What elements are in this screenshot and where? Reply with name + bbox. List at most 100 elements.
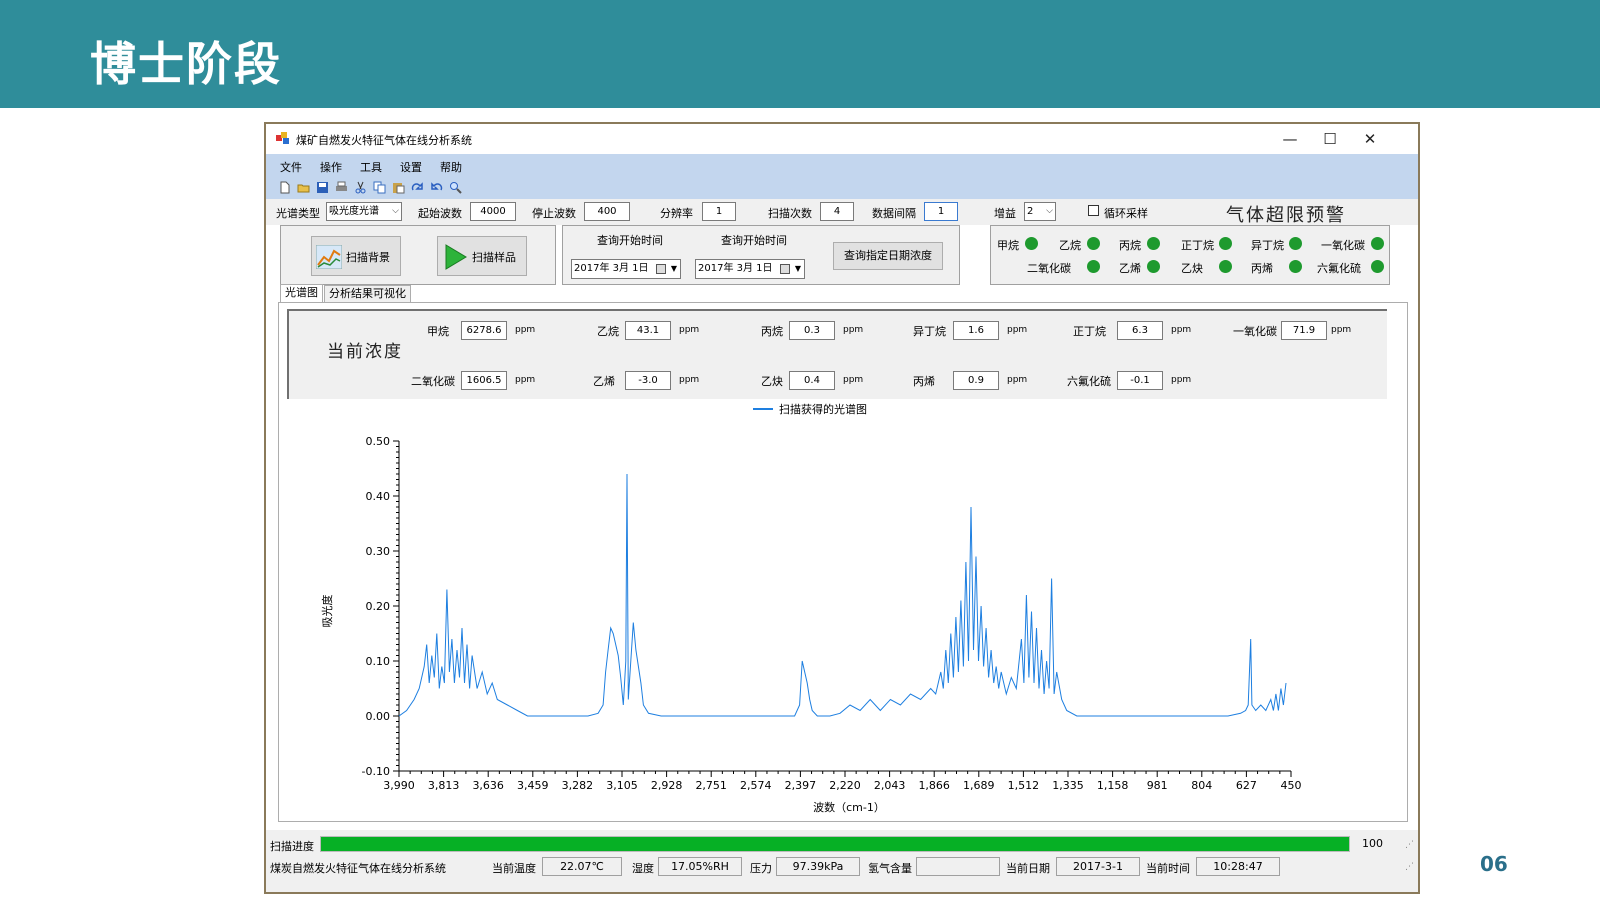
query-date-button[interactable]: 查询指定日期浓度	[833, 242, 943, 270]
tab-analysis-visualization[interactable]: 分析结果可视化	[324, 285, 411, 303]
humidity-value: 17.05%RH	[658, 857, 742, 876]
tab-content: 当前浓度 甲烷 6278.6 ppm 乙烷 43.1 ppm 丙烷 0.3 pp…	[278, 302, 1408, 822]
maximize-button[interactable]: ☐	[1316, 128, 1344, 150]
spectrum-type-value: 吸光度光谱	[329, 206, 379, 217]
scan-sample-button[interactable]: 扫描样品	[437, 236, 527, 276]
x-tick-label: 1,335	[1052, 779, 1084, 792]
menu-file[interactable]: 文件	[280, 159, 302, 175]
series-group	[398, 473, 1287, 717]
legend-label: 扫描获得的光谱图	[779, 402, 867, 416]
x-tick-label: 3,105	[606, 779, 638, 792]
progress-fill	[321, 837, 1349, 851]
scan-sample-label: 扫描样品	[472, 251, 516, 264]
conc-value[interactable]: 0.4	[789, 371, 835, 390]
conc-label: 乙炔	[761, 375, 783, 388]
menu-help[interactable]: 帮助	[440, 159, 462, 175]
close-button[interactable]: ✕	[1356, 128, 1384, 150]
y-tick-label: 0.30	[366, 545, 391, 558]
scan-count-input[interactable]: 4	[820, 202, 854, 221]
calendar-icon	[780, 264, 790, 274]
conc-label: 丙烯	[913, 375, 935, 388]
conc-unit: ppm	[679, 375, 700, 385]
concentration-title: 当前浓度	[327, 342, 403, 362]
conc-value[interactable]: 71.9	[1281, 321, 1327, 340]
conc-value[interactable]: 0.3	[789, 321, 835, 340]
conc-label: 甲烷	[427, 325, 449, 338]
scan-panel: 扫描背景 扫描样品	[280, 225, 556, 285]
conc-value[interactable]: 6.3	[1117, 321, 1163, 340]
date-value: 2017-3-1	[1056, 857, 1140, 876]
conc-value[interactable]: 0.9	[953, 371, 999, 390]
gain-select[interactable]: 2 ⌵	[1024, 202, 1056, 221]
save-icon[interactable]	[316, 181, 329, 194]
status-bar: 扫描进度 100 ⋰ 煤炭自燃发火特征气体在线分析系统 当前温度 22.07℃ …	[266, 830, 1418, 892]
conc-value[interactable]: 43.1	[625, 321, 671, 340]
temperature-value: 22.07℃	[542, 857, 622, 876]
led-label-sf6: 六氟化硫	[1317, 262, 1361, 275]
y-tick-label: 0.10	[366, 655, 391, 668]
query-end-date-value: 2017年 3月 1日	[698, 263, 773, 274]
led-co2	[1087, 260, 1100, 273]
conc-unit: ppm	[843, 325, 864, 335]
conc-unit: ppm	[843, 375, 864, 385]
spectrum-type-select[interactable]: 吸光度光谱 ⌵	[326, 202, 402, 221]
system-name: 煤炭自燃发火特征气体在线分析系统	[270, 862, 446, 875]
conc-label: 一氧化碳	[1233, 325, 1277, 338]
stop-wave-input[interactable]: 400	[584, 202, 630, 221]
query-end-date-picker[interactable]: 2017年 3月 1日 ▼	[695, 259, 805, 279]
conc-unit: ppm	[679, 325, 700, 335]
x-tick-label: 2,751	[695, 779, 727, 792]
led-label-co: 一氧化碳	[1321, 239, 1365, 252]
conc-label: 丙烷	[761, 325, 783, 338]
loop-sampling-checkbox[interactable]	[1088, 205, 1099, 216]
start-wave-input[interactable]: 4000	[470, 202, 516, 221]
led-ethylene	[1147, 260, 1160, 273]
x-tick-label: 3,636	[472, 779, 504, 792]
conc-value[interactable]: -0.1	[1117, 371, 1163, 390]
undo-icon[interactable]	[430, 181, 443, 194]
resolution-label: 分辨率	[660, 207, 693, 220]
scan-background-button[interactable]: 扫描背景	[311, 236, 401, 276]
new-file-icon[interactable]	[278, 181, 291, 194]
search-icon[interactable]	[449, 181, 462, 194]
chevron-down-icon: ⌵	[392, 206, 399, 216]
conc-value[interactable]: 1606.5	[461, 371, 507, 390]
x-axis-label: 波数（cm-1）	[813, 801, 885, 814]
scan-count-label: 扫描次数	[768, 207, 812, 220]
tab-spectrum[interactable]: 光谱图	[280, 284, 323, 304]
data-interval-input[interactable]: 1	[924, 202, 958, 221]
led-n-butane	[1219, 237, 1232, 250]
date-label: 当前日期	[1006, 862, 1050, 875]
conc-label: 二氧化碳	[411, 375, 455, 388]
chart-legend: 扫描获得的光谱图	[753, 402, 867, 416]
paste-icon[interactable]	[392, 181, 405, 194]
print-icon[interactable]	[335, 181, 348, 194]
menu-settings[interactable]: 设置	[400, 159, 422, 175]
y-tick-label: 0.50	[366, 435, 391, 448]
conc-value[interactable]: -3.0	[625, 371, 671, 390]
redo-icon[interactable]	[411, 181, 424, 194]
scan-background-label: 扫描背景	[346, 251, 390, 264]
open-folder-icon[interactable]	[297, 181, 310, 194]
query-start-date-value: 2017年 3月 1日	[574, 263, 649, 274]
menu-tools[interactable]: 工具	[360, 159, 382, 175]
x-tick-label: 1,158	[1097, 779, 1129, 792]
resize-grip-icon[interactable]: ⋰	[1405, 862, 1414, 872]
conc-label: 乙烯	[593, 375, 615, 388]
conc-label: 六氟化硫	[1067, 375, 1111, 388]
resolution-input[interactable]: 1	[702, 202, 736, 221]
conc-value[interactable]: 6278.6	[461, 321, 507, 340]
chart-icon	[316, 245, 342, 269]
minimize-button[interactable]: —	[1276, 128, 1304, 150]
conc-value[interactable]: 1.6	[953, 321, 999, 340]
led-propane	[1147, 237, 1160, 250]
x-tick-label: 981	[1147, 779, 1168, 792]
resize-grip-icon[interactable]: ⋰	[1405, 840, 1414, 850]
start-wave-label: 起始波数	[418, 207, 462, 220]
menu-operate[interactable]: 操作	[320, 159, 342, 175]
led-isobutane	[1289, 237, 1302, 250]
copy-icon[interactable]	[373, 181, 386, 194]
slide-title: 博士阶段	[90, 37, 282, 91]
cut-icon[interactable]	[354, 181, 367, 194]
query-start-date-picker[interactable]: 2017年 3月 1日 ▼	[571, 259, 681, 279]
